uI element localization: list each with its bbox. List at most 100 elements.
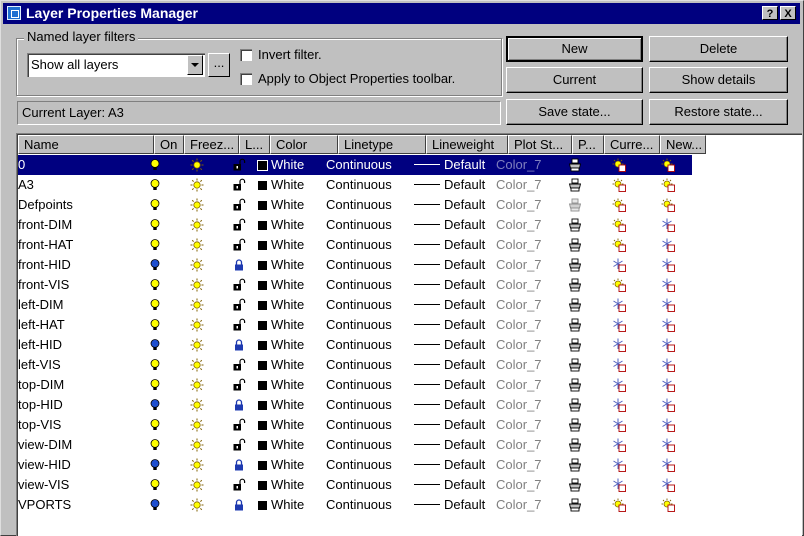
save-state-button[interactable]: Save state...: [506, 99, 643, 125]
bulb-on-icon[interactable]: [148, 198, 162, 212]
show-details-button[interactable]: Show details: [649, 67, 788, 93]
layer-color[interactable]: White: [258, 415, 304, 435]
bulb-off-icon[interactable]: [148, 458, 162, 472]
chevron-down-icon[interactable]: [187, 55, 203, 75]
new-vp-thawed-icon[interactable]: [661, 198, 675, 212]
bulb-off-icon[interactable]: [148, 398, 162, 412]
layer-linetype[interactable]: Continuous: [326, 295, 392, 315]
layer-name[interactable]: Defpoints: [18, 195, 73, 215]
layer-row[interactable]: view-HID White Continuous Default Color_7: [18, 455, 692, 475]
layer-color[interactable]: White: [258, 335, 304, 355]
layer-plot-style[interactable]: Color_7: [496, 155, 542, 175]
vp-frozen-icon[interactable]: [612, 398, 626, 412]
layer-plot-style[interactable]: Color_7: [496, 275, 542, 295]
new-vp-frozen-icon[interactable]: [661, 438, 675, 452]
help-button[interactable]: ?: [762, 6, 778, 20]
layer-name[interactable]: left-HID: [18, 335, 62, 355]
layer-color[interactable]: White: [258, 255, 304, 275]
layer-name[interactable]: view-HID: [18, 455, 71, 475]
layer-plot-style[interactable]: Color_7: [496, 415, 542, 435]
layer-lineweight[interactable]: Default: [414, 335, 485, 355]
layer-linetype[interactable]: Continuous: [326, 395, 392, 415]
vp-frozen-icon[interactable]: [612, 478, 626, 492]
lock-closed-icon[interactable]: [232, 338, 246, 352]
col-header-current-vp[interactable]: Curre...: [604, 135, 660, 154]
sun-thawed-icon[interactable]: [190, 398, 204, 412]
close-button[interactable]: X: [780, 6, 796, 20]
printer-icon[interactable]: [568, 438, 582, 452]
layer-name[interactable]: view-DIM: [18, 435, 72, 455]
vp-thawed-icon[interactable]: [612, 198, 626, 212]
sun-thawed-icon[interactable]: [190, 478, 204, 492]
layer-lineweight[interactable]: Default: [414, 195, 485, 215]
layer-lineweight[interactable]: Default: [414, 435, 485, 455]
layer-linetype[interactable]: Continuous: [326, 175, 392, 195]
layer-plot-style[interactable]: Color_7: [496, 175, 542, 195]
layer-lineweight[interactable]: Default: [414, 175, 485, 195]
layer-name[interactable]: A3: [18, 175, 34, 195]
layer-linetype[interactable]: Continuous: [326, 315, 392, 335]
layer-linetype[interactable]: Continuous: [326, 475, 392, 495]
invert-filter-checkbox[interactable]: [240, 49, 252, 61]
printer-icon[interactable]: [568, 478, 582, 492]
lock-open-icon[interactable]: [232, 478, 246, 492]
new-vp-frozen-icon[interactable]: [661, 258, 675, 272]
vp-frozen-icon[interactable]: [612, 258, 626, 272]
layer-lineweight[interactable]: Default: [414, 455, 485, 475]
layer-plot-style[interactable]: Color_7: [496, 335, 542, 355]
layer-name[interactable]: top-HID: [18, 395, 63, 415]
sun-thawed-icon[interactable]: [190, 358, 204, 372]
layer-plot-style[interactable]: Color_7: [496, 295, 542, 315]
bulb-on-icon[interactable]: [148, 238, 162, 252]
bulb-on-icon[interactable]: [148, 358, 162, 372]
layer-plot-style[interactable]: Color_7: [496, 475, 542, 495]
col-header-lineweight[interactable]: Lineweight: [426, 135, 508, 154]
bulb-on-icon[interactable]: [148, 218, 162, 232]
restore-state-button[interactable]: Restore state...: [649, 99, 788, 125]
vp-frozen-icon[interactable]: [612, 298, 626, 312]
col-header-new-vp[interactable]: New...: [660, 135, 706, 154]
layer-row[interactable]: top-HID White Continuous Default Color_7: [18, 395, 692, 415]
vp-frozen-icon[interactable]: [612, 338, 626, 352]
layer-color[interactable]: White: [258, 495, 304, 515]
layer-lineweight[interactable]: Default: [414, 255, 485, 275]
printer-icon[interactable]: [568, 338, 582, 352]
new-vp-thawed-icon[interactable]: [661, 158, 675, 172]
layer-lineweight[interactable]: Default: [414, 375, 485, 395]
layer-lineweight[interactable]: Default: [414, 355, 485, 375]
bulb-on-icon[interactable]: [148, 378, 162, 392]
bulb-on-icon[interactable]: [148, 178, 162, 192]
layer-linetype[interactable]: Continuous: [326, 275, 392, 295]
layer-lineweight[interactable]: Default: [414, 155, 485, 175]
col-header-freeze[interactable]: Freez...: [184, 135, 239, 154]
lock-open-icon[interactable]: [232, 158, 246, 172]
layer-linetype[interactable]: Continuous: [326, 375, 392, 395]
printer-icon[interactable]: [568, 378, 582, 392]
sun-thawed-icon[interactable]: [190, 218, 204, 232]
vp-frozen-icon[interactable]: [612, 318, 626, 332]
layer-lineweight[interactable]: Default: [414, 295, 485, 315]
layer-name[interactable]: top-VIS: [18, 415, 61, 435]
vp-frozen-icon[interactable]: [612, 438, 626, 452]
bulb-off-icon[interactable]: [148, 338, 162, 352]
bulb-on-icon[interactable]: [148, 158, 162, 172]
layer-color[interactable]: White: [258, 475, 304, 495]
layer-plot-style[interactable]: Color_7: [496, 315, 542, 335]
vp-frozen-icon[interactable]: [612, 378, 626, 392]
layer-lineweight[interactable]: Default: [414, 395, 485, 415]
new-layer-button[interactable]: New: [506, 36, 643, 62]
col-header-color[interactable]: Color: [270, 135, 338, 154]
new-vp-frozen-icon[interactable]: [661, 278, 675, 292]
layer-row[interactable]: Defpoints White Continuous Default Color_7: [18, 195, 692, 215]
layer-color[interactable]: White: [258, 375, 304, 395]
layer-plot-style[interactable]: Color_7: [496, 375, 542, 395]
col-header-plot[interactable]: P...: [572, 135, 604, 154]
layer-linetype[interactable]: Continuous: [326, 455, 392, 475]
sun-thawed-icon[interactable]: [190, 438, 204, 452]
printer-icon[interactable]: [568, 278, 582, 292]
printer-icon[interactable]: [568, 458, 582, 472]
layer-lineweight[interactable]: Default: [414, 215, 485, 235]
layer-color[interactable]: White: [258, 455, 304, 475]
layer-plot-style[interactable]: Color_7: [496, 255, 542, 275]
layer-lineweight[interactable]: Default: [414, 495, 485, 515]
